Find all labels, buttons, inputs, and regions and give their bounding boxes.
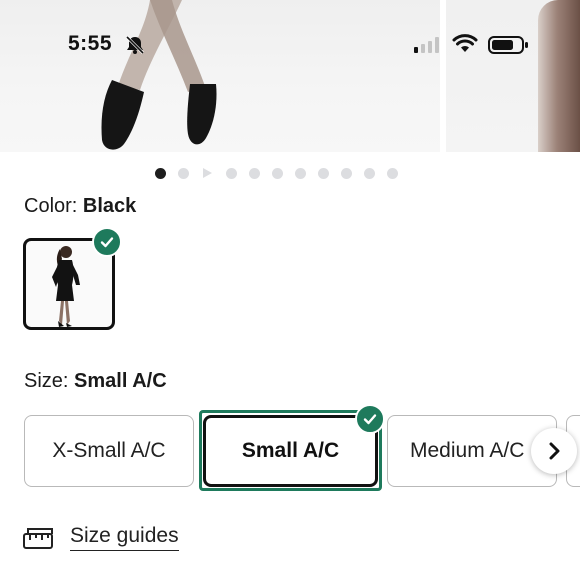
wifi-icon [452, 34, 478, 52]
product-image-main[interactable] [0, 0, 440, 152]
pagination-dot-active[interactable] [155, 167, 166, 179]
size-label: Size: Small A/C [24, 370, 167, 393]
signal-icon [414, 37, 439, 53]
size-option-xsmall[interactable]: X-Small A/C [24, 415, 194, 487]
pagination-dot[interactable] [387, 167, 398, 179]
size-label-text: Size: [24, 370, 69, 392]
pagination-dot[interactable] [178, 167, 189, 179]
color-value: Black [82, 195, 137, 217]
selected-check-icon [355, 404, 385, 434]
bell-slash-icon [125, 35, 145, 55]
product-image-next[interactable] [446, 0, 580, 152]
size-guides-link[interactable]: Size guides [22, 524, 179, 551]
pagination-dot[interactable] [341, 167, 352, 179]
battery-icon [488, 36, 528, 54]
color-label: Color: Black [24, 195, 136, 218]
video-play-icon[interactable] [203, 168, 212, 178]
pagination-dot[interactable] [364, 167, 375, 179]
pagination-dot[interactable] [318, 167, 329, 179]
pagination-dot[interactable] [272, 167, 283, 179]
product-image-gallery[interactable] [0, 0, 580, 152]
chevron-right-icon [549, 442, 560, 460]
pagination-dot[interactable] [226, 167, 237, 179]
color-label-text: Color: [24, 195, 78, 217]
product-photo-partial [538, 0, 580, 152]
gallery-pagination [155, 166, 410, 180]
status-time: 5:55 [68, 32, 113, 55]
size-options: X-Small A/C Small A/C Medium A/C [0, 410, 580, 494]
size-value: Small A/C [74, 370, 167, 392]
pagination-dot[interactable] [295, 167, 306, 179]
size-option-small[interactable]: Small A/C [203, 415, 378, 487]
product-photo-legs [101, 0, 217, 150]
pagination-dot[interactable] [249, 167, 260, 179]
selected-check-icon [92, 227, 122, 257]
ruler-icon [23, 527, 53, 549]
size-scroll-next-button[interactable] [531, 428, 577, 474]
size-guides-label[interactable]: Size guides [70, 524, 179, 551]
